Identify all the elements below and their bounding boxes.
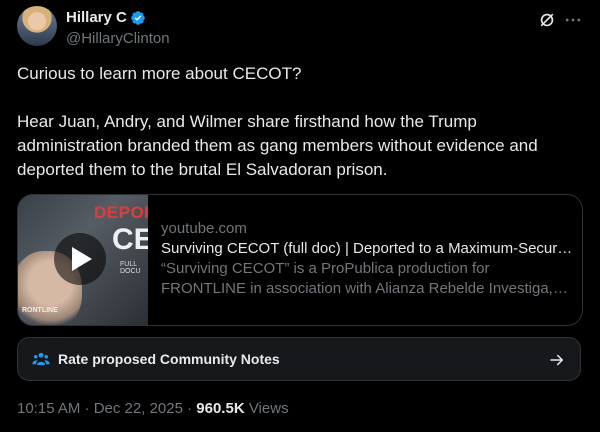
tweet-header: Hillary C @HillaryClinton <box>17 6 587 50</box>
card-title[interactable]: Surviving CECOT (full doc) | Deported to… <box>161 239 573 259</box>
thumbnail-brand: RONTLINE <box>22 307 58 314</box>
community-notes-label: Rate proposed Community Notes <box>58 351 280 367</box>
author-name-row: Hillary C <box>66 9 146 26</box>
tweet-text: Curious to learn more about CECOT? Hear … <box>17 62 582 182</box>
more-icon[interactable] <box>563 10 583 30</box>
card-description: “Surviving CECOT” is a ProPublica produc… <box>161 260 553 297</box>
play-icon <box>72 247 92 271</box>
tweet-meta: 10:15 AM · Dec 22, 2025 · 960.5K Views <box>17 400 289 417</box>
author-handle[interactable]: @HillaryClinton <box>66 30 170 47</box>
card-text: youtube.com Surviving CECOT (full doc) |… <box>161 219 573 299</box>
thumbnail-text-3: FULL DOCU <box>120 261 141 275</box>
card-domain: youtube.com <box>161 220 247 237</box>
author-name[interactable]: Hillary C <box>66 9 127 26</box>
link-card[interactable]: DEPORTE CEC FULL DOCU RONTLINE youtube.c… <box>17 194 583 326</box>
community-notes-button[interactable]: Rate proposed Community Notes <box>17 337 581 381</box>
thumbnail-text-1: DEPORTE <box>94 203 148 222</box>
grok-icon[interactable] <box>537 10 557 30</box>
views-count: 960.5K <box>196 400 245 417</box>
arrow-right-icon <box>550 354 563 366</box>
thumbnail-text-2: CEC <box>112 223 148 256</box>
people-icon <box>32 352 50 365</box>
views-label: Views <box>244 400 289 417</box>
video-thumbnail[interactable]: DEPORTE CEC FULL DOCU RONTLINE <box>18 195 148 325</box>
avatar[interactable] <box>17 6 57 46</box>
timestamp[interactable]: 10:15 AM · Dec 22, 2025 · <box>17 400 196 417</box>
verified-badge-icon <box>131 10 145 25</box>
tweet-line-2: Hear Juan, Andry, and Wilmer share first… <box>17 112 538 179</box>
tweet-line-1: Curious to learn more about CECOT? <box>17 64 302 83</box>
play-button[interactable] <box>54 233 106 285</box>
